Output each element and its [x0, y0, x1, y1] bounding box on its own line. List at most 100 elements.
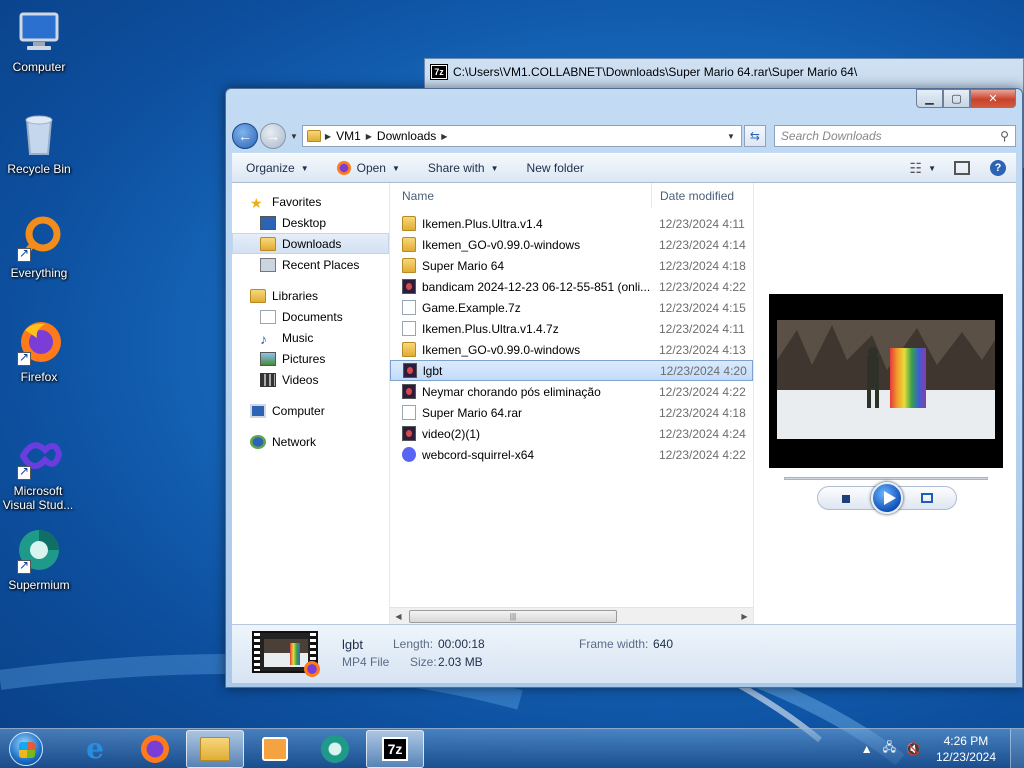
- open-button[interactable]: Open ▼: [323, 161, 414, 175]
- start-button[interactable]: [6, 729, 46, 768]
- share-with-button[interactable]: Share with ▼: [414, 161, 513, 175]
- horizontal-scrollbar[interactable]: ◀ ||| ▶: [390, 607, 753, 624]
- taskbar-windows-explorer[interactable]: [186, 729, 244, 768]
- taskbar-media-player[interactable]: [246, 730, 304, 768]
- nav-downloads[interactable]: Downloads: [232, 233, 389, 254]
- new-folder-button[interactable]: New folder: [513, 161, 598, 175]
- downloads-folder-icon: [260, 236, 276, 251]
- file-row[interactable]: Super Mario 64 12/23/2024 4:18: [390, 255, 753, 276]
- file-date: 12/23/2024 4:24: [659, 426, 746, 441]
- desktop-icon-everything[interactable]: Everything: [0, 214, 78, 280]
- nav-computer[interactable]: Computer: [232, 400, 389, 421]
- column-header-name[interactable]: Name: [390, 189, 651, 203]
- nav-recent-places[interactable]: Recent Places: [232, 254, 389, 275]
- close-icon: ✕: [988, 93, 998, 105]
- taskbar-firefox[interactable]: [126, 730, 184, 768]
- search-icon[interactable]: ⚲: [1000, 129, 1009, 143]
- file-row[interactable]: bandicam 2024-12-23 06-12-55-851 (onli..…: [390, 276, 753, 297]
- video-player[interactable]: [769, 294, 1003, 468]
- supermium-icon: [15, 526, 63, 574]
- file-row[interactable]: lgbt 12/23/2024 4:20: [390, 360, 753, 381]
- recycle-bin-icon: [15, 110, 63, 158]
- search-input[interactable]: Search Downloads ⚲: [773, 125, 1016, 147]
- nav-music[interactable]: ♪ Music: [232, 327, 389, 348]
- new-folder-label: New folder: [526, 161, 584, 175]
- desktop-icon-firefox[interactable]: Firefox: [0, 318, 78, 384]
- file-row[interactable]: webcord-squirrel-x64 12/23/2024 4:22: [390, 444, 753, 465]
- taskbar-7zip[interactable]: 7z: [366, 729, 424, 768]
- chevron-down-icon[interactable]: ▼: [928, 164, 936, 173]
- nav-label: Computer: [272, 403, 325, 418]
- breadcrumb-vm1[interactable]: VM1: [336, 129, 361, 143]
- show-hidden-icons-icon[interactable]: ▲: [861, 742, 873, 756]
- thumbnail-flag: [290, 643, 300, 665]
- play-button[interactable]: [871, 482, 903, 514]
- details-pane: lgbt MP4 File Length: 00:00:18 Size: 2.0…: [232, 624, 1016, 683]
- file-row[interactable]: Super Mario 64.rar 12/23/2024 4:18: [390, 402, 753, 423]
- explorer-window[interactable]: ▁ ▢ ✕ ← → ▼ ▶ VM1 ▶ Downloads ▶ ▼ ⇆ Sear…: [225, 88, 1023, 688]
- forward-button[interactable]: →: [260, 123, 286, 149]
- view-options-icon[interactable]: ☷: [910, 160, 923, 177]
- nav-favorites[interactable]: ★ Favorites: [232, 191, 389, 212]
- minimize-button[interactable]: ▁: [916, 89, 943, 108]
- 7zip-titlebar[interactable]: 7z C:\Users\VM1.COLLABNET\Downloads\Supe…: [425, 59, 1023, 85]
- desktop-icon-computer[interactable]: Computer: [0, 8, 78, 74]
- refresh-button[interactable]: ⇆: [743, 125, 766, 147]
- desktop-icon-visual-studio[interactable]: Microsoft Visual Stud...: [0, 432, 78, 512]
- show-desktop-button[interactable]: [1010, 728, 1024, 768]
- clock[interactable]: 4:26 PM 12/23/2024: [936, 733, 996, 765]
- scroll-right-icon[interactable]: ▶: [736, 612, 753, 621]
- file-row[interactable]: Ikemen.Plus.Ultra.v1.4 12/23/2024 4:11: [390, 213, 753, 234]
- scroll-left-icon[interactable]: ◀: [390, 612, 407, 621]
- desktop-icon-supermium[interactable]: Supermium: [0, 526, 78, 592]
- file-name: Super Mario 64: [422, 258, 505, 273]
- stop-icon[interactable]: [842, 495, 850, 503]
- help-icon[interactable]: ?: [990, 160, 1006, 176]
- address-bar[interactable]: ▶ VM1 ▶ Downloads ▶ ▼: [301, 125, 742, 147]
- file-row[interactable]: Ikemen.Plus.Ultra.v1.4.7z 12/23/2024 4:11: [390, 318, 753, 339]
- file-row[interactable]: video(2)(1) 12/23/2024 4:24: [390, 423, 753, 444]
- firefox-icon: [336, 161, 351, 175]
- folder-icon: [200, 736, 230, 761]
- breadcrumb-downloads[interactable]: Downloads: [377, 129, 436, 143]
- open-player-icon[interactable]: [921, 493, 933, 503]
- everything-icon: [15, 214, 63, 262]
- file-rows: Ikemen.Plus.Ultra.v1.4 12/23/2024 4:11 Ike…: [390, 209, 753, 465]
- nav-network[interactable]: Network: [232, 431, 389, 452]
- breadcrumb-arrow-icon[interactable]: ▶: [441, 132, 447, 141]
- seek-bar[interactable]: [784, 477, 988, 480]
- nav-documents[interactable]: Documents: [232, 306, 389, 327]
- nav-libraries[interactable]: Libraries: [232, 285, 389, 306]
- nav-pictures[interactable]: Pictures: [232, 348, 389, 369]
- file-row[interactable]: Ikemen_GO-v0.99.0-windows 12/23/2024 4:13: [390, 339, 753, 360]
- address-dropdown-icon[interactable]: ▼: [727, 132, 735, 141]
- internet-explorer-icon: e: [86, 732, 104, 765]
- preview-pane-icon[interactable]: [954, 161, 970, 175]
- nav-desktop[interactable]: Desktop: [232, 212, 389, 233]
- scrollbar-thumb[interactable]: |||: [409, 609, 617, 623]
- volume-muted-icon[interactable]: 🔇: [906, 742, 921, 756]
- detail-size-value: 2.03 MB: [438, 655, 483, 669]
- archive-folder-icon: [402, 342, 416, 357]
- desktop-icon-label: Recycle Bin: [7, 162, 71, 176]
- file-row[interactable]: Neymar chorando pós eliminação 12/23/2024…: [390, 381, 753, 402]
- file-name: Game.Example.7z: [422, 300, 521, 315]
- column-header-date-modified[interactable]: Date modified: [651, 183, 734, 208]
- recent-pages-dropdown[interactable]: ▼: [290, 132, 298, 141]
- taskbar-internet-explorer[interactable]: e: [66, 730, 124, 768]
- network-icon[interactable]: 🖧: [883, 738, 896, 759]
- share-with-label: Share with: [427, 161, 485, 175]
- back-button[interactable]: ←: [232, 123, 258, 149]
- file-row[interactable]: Game.Example.7z 12/23/2024 4:15: [390, 297, 753, 318]
- maximize-button[interactable]: ▢: [943, 89, 970, 108]
- file-name-cell: webcord-squirrel-x64: [390, 447, 651, 462]
- organize-button[interactable]: Organize ▼: [232, 161, 323, 175]
- discord-icon: [402, 447, 416, 462]
- file-row[interactable]: Ikemen_GO-v0.99.0-windows 12/23/2024 4:14: [390, 234, 753, 255]
- close-button[interactable]: ✕: [970, 89, 1016, 108]
- desktop-icon-recycle-bin[interactable]: Recycle Bin: [0, 110, 78, 176]
- file-name: webcord-squirrel-x64: [422, 447, 535, 462]
- breadcrumb-arrow-icon[interactable]: ▶: [366, 132, 372, 141]
- nav-videos[interactable]: Videos: [232, 369, 389, 390]
- taskbar-supermium[interactable]: [306, 730, 364, 768]
